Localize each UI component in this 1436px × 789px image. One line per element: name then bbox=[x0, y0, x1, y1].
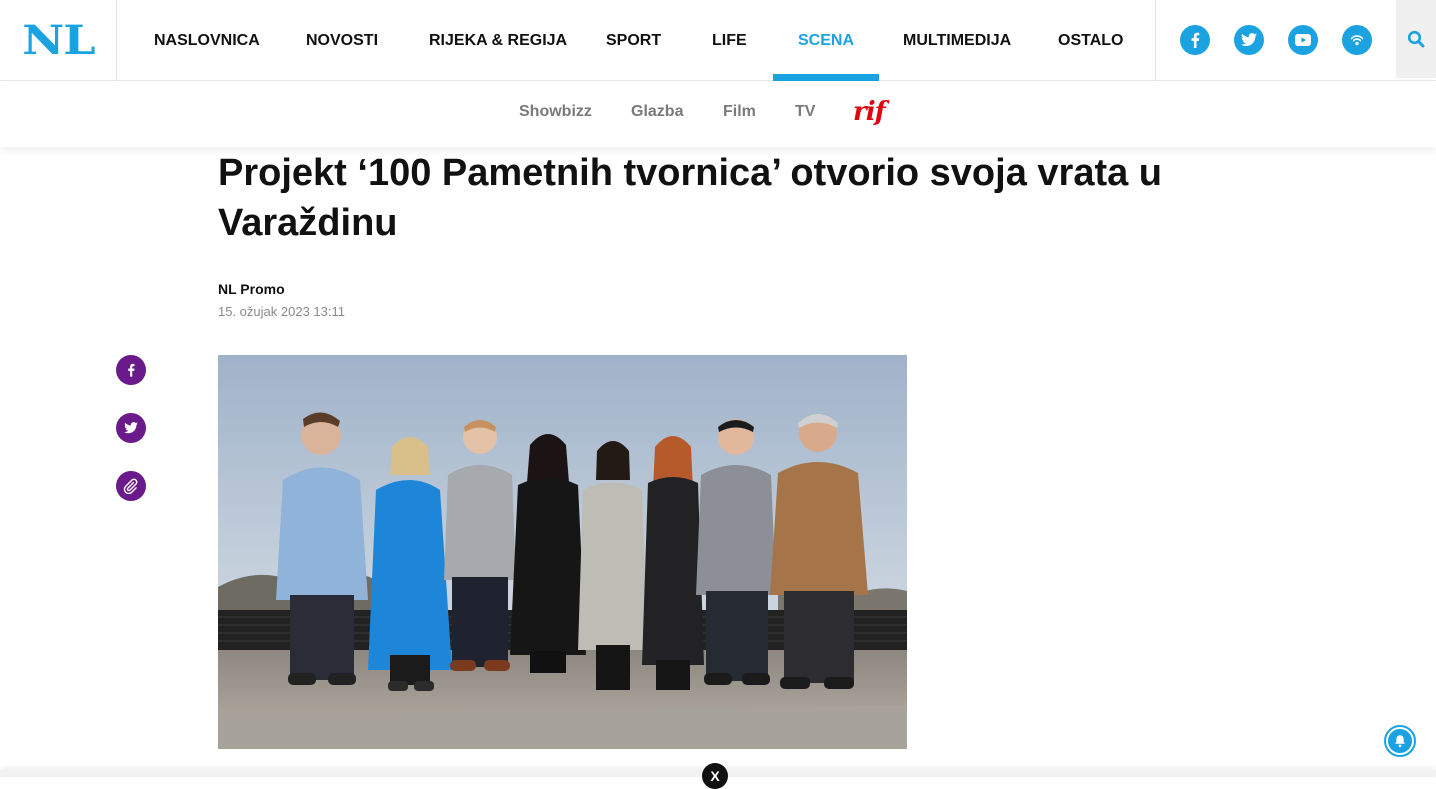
subnav-item-showbizz[interactable]: Showbizz bbox=[519, 81, 592, 143]
search-icon bbox=[1407, 30, 1425, 48]
twitter-icon bbox=[124, 422, 138, 434]
nav-item-scena[interactable]: SCENA bbox=[772, 0, 880, 87]
sub-nav: Showbizz Glazba Film TV rif bbox=[0, 81, 1436, 147]
podcast-icon[interactable] bbox=[1342, 25, 1372, 55]
logo-text: NL bbox=[21, 17, 95, 64]
subnav-item-film[interactable]: Film bbox=[723, 81, 756, 143]
article-author[interactable]: NL Promo bbox=[218, 281, 285, 297]
twitter-icon[interactable] bbox=[1234, 25, 1264, 55]
subnav-item-glazba[interactable]: Glazba bbox=[631, 81, 683, 143]
facebook-icon[interactable] bbox=[1180, 25, 1210, 55]
nav-item-rijeka-regija[interactable]: RIJEKA & REGIJA bbox=[429, 0, 567, 81]
youtube-icon[interactable] bbox=[1288, 25, 1318, 55]
article-photo bbox=[218, 355, 907, 749]
link-icon bbox=[123, 478, 138, 494]
subnav-item-rif-logo[interactable]: rif bbox=[853, 97, 886, 127]
nav-item-life[interactable]: LIFE bbox=[712, 0, 747, 81]
bell-icon bbox=[1395, 735, 1405, 748]
nav-item-multimedija[interactable]: MULTIMEDIJA bbox=[903, 0, 1011, 81]
facebook-icon bbox=[128, 363, 135, 377]
article-date: 15. ožujak 2023 13:11 bbox=[218, 304, 345, 319]
nav-item-ostalo[interactable]: OSTALO bbox=[1058, 0, 1123, 81]
main-nav: NASLOVNICA NOVOSTI RIJEKA & REGIJA SPORT… bbox=[117, 0, 1156, 87]
article-title: Projekt ‘100 Pametnih tvornica’ otvorio … bbox=[218, 152, 1163, 244]
notification-bell-button[interactable] bbox=[1384, 725, 1416, 757]
subnav-item-tv[interactable]: TV bbox=[795, 81, 815, 143]
share-twitter-button[interactable] bbox=[116, 413, 146, 443]
search-button[interactable] bbox=[1396, 0, 1436, 78]
nav-item-sport[interactable]: SPORT bbox=[606, 0, 661, 81]
close-ad-button[interactable]: X bbox=[702, 763, 728, 789]
nav-item-naslovnica[interactable]: NASLOVNICA bbox=[154, 0, 260, 81]
social-links bbox=[1155, 0, 1396, 81]
site-logo[interactable]: NL bbox=[0, 0, 117, 81]
share-facebook-button[interactable] bbox=[116, 355, 146, 385]
site-header: NL NASLOVNICA NOVOSTI RIJEKA & REGIJA SP… bbox=[0, 0, 1436, 87]
nav-item-novosti[interactable]: NOVOSTI bbox=[306, 0, 378, 81]
share-link-button[interactable] bbox=[116, 471, 146, 501]
